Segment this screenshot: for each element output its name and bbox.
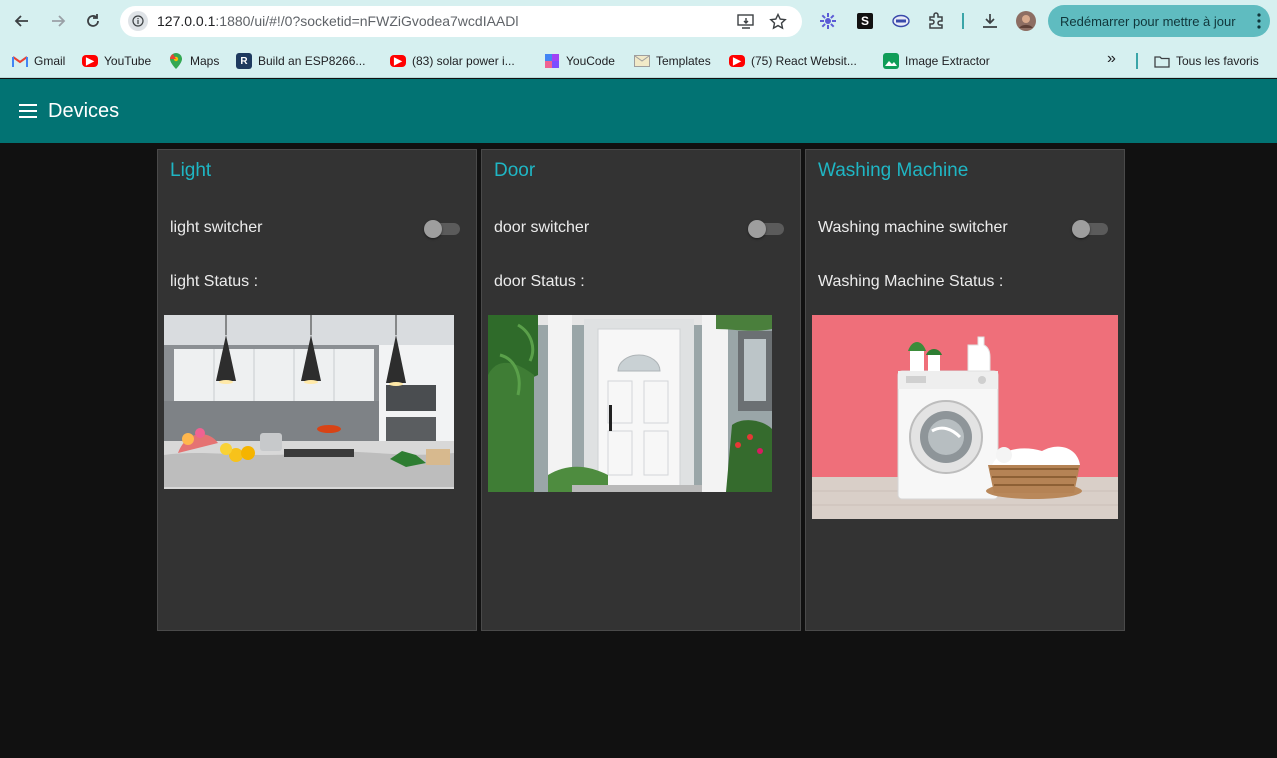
youcode-icon [544, 53, 560, 69]
image-icon [883, 53, 899, 69]
bookmark-label: Build an ESP8266... [258, 54, 366, 68]
profile-avatar[interactable] [1016, 11, 1036, 31]
device-card-washing-machine: Washing Machine Washing machine switcher… [805, 149, 1125, 631]
switch-label: door switcher [494, 219, 590, 236]
bookmark-image-extractor[interactable]: Image Extractor [883, 53, 990, 69]
light-switch-toggle[interactable] [424, 220, 460, 238]
install-app-icon[interactable] [736, 12, 756, 32]
all-bookmarks-label: Tous les favoris [1176, 54, 1259, 68]
url-host: 127.0.0.1 [157, 13, 216, 29]
status-label: light Status : [170, 273, 259, 290]
bookmark-esp8266[interactable]: R Build an ESP8266... [236, 53, 365, 69]
washing-machine-switch-toggle[interactable] [1072, 220, 1108, 238]
bookmark-label: Templates [656, 54, 711, 68]
bookmark-star-icon[interactable] [768, 12, 788, 32]
downloads-icon[interactable] [980, 11, 1000, 31]
bookmark-youtube[interactable]: ▶ YouTube [82, 53, 151, 69]
door-switch-toggle[interactable] [748, 220, 784, 238]
more-vert-icon [1257, 13, 1261, 32]
switch-label: light switcher [170, 219, 263, 236]
site-info-icon[interactable] [128, 11, 148, 31]
restart-to-update-button[interactable]: Redémarrer pour mettre à jour [1048, 5, 1270, 37]
reload-icon[interactable] [82, 10, 104, 32]
extension-s-icon[interactable]: S [855, 11, 875, 31]
url-text[interactable]: 127.0.0.1:1880/ui/#!/0?socketid=nFWZiGvo… [157, 13, 519, 29]
page-title: Devices [48, 100, 120, 122]
address-bar[interactable]: 127.0.0.1:1880/ui/#!/0?socketid=nFWZiGvo… [120, 6, 802, 37]
toolbar-divider [962, 13, 964, 29]
card-title: Washing Machine [818, 160, 969, 181]
menu-icon[interactable] [19, 104, 37, 118]
bookmark-label: YouTube [104, 54, 152, 68]
switch-label: Washing machine switcher [818, 219, 1008, 236]
extension-badge-icon[interactable] [891, 11, 911, 31]
card-title: Light [170, 160, 212, 181]
bookmarks-divider [1136, 53, 1138, 69]
bookmark-maps[interactable]: Maps [168, 53, 219, 69]
youtube-icon: ▶ [390, 55, 406, 67]
url-path: :1880/ui/#!/0?socketid=nFWZiGvodea7wcdIA… [215, 13, 519, 29]
bookmark-templates[interactable]: Templates [634, 53, 711, 69]
r-icon: R [236, 53, 252, 69]
bookmark-label: Gmail [34, 54, 66, 68]
browser-toolbar: 127.0.0.1:1880/ui/#!/0?socketid=nFWZiGvo… [0, 0, 1277, 44]
kitchen-image [164, 315, 454, 489]
bookmark-label: Maps [190, 54, 220, 68]
bookmark-label: Image Extractor [905, 54, 990, 68]
bookmark-label: (83) solar power i... [412, 54, 515, 68]
maps-icon [168, 53, 184, 69]
bookmark-react-website[interactable]: ▶ (75) React Websit... [729, 53, 857, 69]
card-title: Door [494, 160, 536, 181]
bookmark-youcode[interactable]: YouCode [544, 53, 615, 69]
folder-icon [1154, 53, 1170, 69]
bookmark-label: (75) React Websit... [751, 54, 857, 68]
bookmarks-overflow-button[interactable]: » [1107, 50, 1116, 67]
bookmark-gmail[interactable]: Gmail [12, 53, 65, 69]
device-card-light: Light light switcher light Status : [157, 149, 477, 631]
all-bookmarks-folder[interactable]: Tous les favoris [1154, 53, 1259, 69]
gmail-icon [12, 53, 28, 69]
dashboard-toolbar: Devices [0, 79, 1277, 143]
extension-flower-icon[interactable] [818, 11, 838, 31]
device-card-door: Door door switcher door Status : [481, 149, 801, 631]
washing-machine-image [812, 315, 1118, 519]
bookmark-solar-power[interactable]: ▶ (83) solar power i... [390, 53, 515, 69]
status-label: Washing Machine Status : [818, 273, 1004, 290]
back-arrow-icon[interactable] [11, 10, 33, 32]
extensions-puzzle-icon[interactable] [926, 11, 946, 31]
chevron-double-right-icon: » [1107, 50, 1116, 67]
youtube-icon: ▶ [729, 55, 745, 67]
youtube-icon: ▶ [82, 55, 98, 67]
bookmarks-bar: Gmail ▶ YouTube Maps R Build an ESP8266.… [0, 44, 1277, 78]
door-image [488, 315, 772, 492]
envelope-icon [634, 53, 650, 69]
status-label: door Status : [494, 273, 585, 290]
bookmark-label: YouCode [566, 54, 615, 68]
restart-button-label: Redémarrer pour mettre à jour [1060, 13, 1236, 29]
forward-arrow-icon[interactable] [47, 10, 69, 32]
